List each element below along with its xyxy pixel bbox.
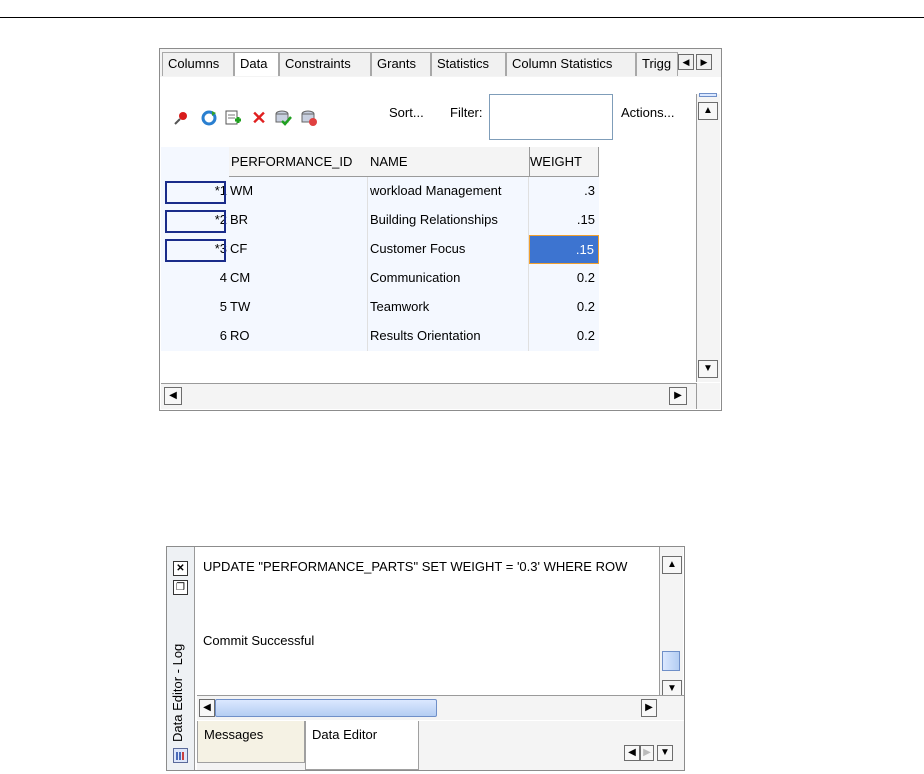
tab-messages[interactable]: Messages — [197, 721, 305, 763]
table-row[interactable]: *1 WM workload Management .3 — [161, 177, 599, 206]
tab-data-editor[interactable]: Data Editor — [305, 721, 419, 770]
refresh-icon[interactable] — [200, 109, 218, 127]
cell-performance-id[interactable]: CF — [229, 235, 368, 264]
scroll-right-icon[interactable]: ▶ — [669, 387, 687, 405]
bottom-tab-bar: Messages Data Editor ◀ ▶ ▼ — [197, 721, 684, 770]
cell-weight-selected[interactable]: .15 — [529, 235, 599, 264]
log-line-update: UPDATE "PERFORMANCE_PARTS" SET WEIGHT = … — [203, 559, 628, 574]
table-editor-panel: Columns Data Constraints Grants Statisti… — [159, 48, 722, 411]
scroll-down-icon[interactable]: ▼ — [698, 360, 718, 378]
table-row[interactable]: 6 RO Results Orientation 0.2 — [161, 322, 599, 351]
scroll-left-icon[interactable]: ◀ — [164, 387, 182, 405]
filter-input[interactable] — [489, 94, 613, 140]
cell-weight[interactable]: .15 — [529, 206, 599, 235]
cell-name[interactable]: workload Management — [368, 177, 529, 206]
commit-icon[interactable] — [274, 109, 292, 127]
table-row[interactable]: 5 TW Teamwork 0.2 — [161, 293, 599, 322]
tab-data[interactable]: Data — [234, 52, 279, 76]
log-vertical-scrollbar[interactable]: ▲ ▼ — [659, 547, 683, 698]
cell-name[interactable]: Communication — [368, 264, 529, 293]
row-change-marker — [165, 181, 226, 204]
scroll-thumb[interactable] — [699, 93, 717, 97]
cell-name[interactable]: Customer Focus — [368, 235, 529, 264]
log-window-icon[interactable] — [173, 748, 188, 763]
scroll-thumb[interactable] — [215, 699, 437, 717]
pin-icon[interactable] — [172, 109, 190, 127]
tab-constraints[interactable]: Constraints — [279, 52, 371, 76]
scroll-up-icon[interactable]: ▲ — [662, 556, 682, 574]
table-row[interactable]: *3 CF Customer Focus .15 — [161, 235, 599, 264]
tab-scroll-right-icon[interactable]: ▶ — [696, 54, 712, 70]
log-title: Data Editor - Log — [170, 643, 185, 742]
row-number[interactable]: 5 — [161, 293, 229, 322]
data-editor-log-panel: ✕ ❐ Data Editor - Log UPDATE "PERFORMANC… — [166, 546, 685, 771]
grid-horizontal-scrollbar[interactable]: ◀ ▶ — [161, 383, 696, 409]
tab-triggers[interactable]: Trigg — [636, 52, 678, 76]
scroll-corner — [696, 383, 720, 409]
data-grid: PERFORMANCE_ID NAME WEIGHT *1 WM workloa… — [161, 147, 695, 383]
top-rule — [0, 17, 924, 18]
filter-label: Filter: — [450, 105, 483, 120]
log-horizontal-scrollbar[interactable]: ◀ ▶ — [197, 695, 684, 720]
tab-scroll-left-icon[interactable]: ◀ — [624, 745, 640, 761]
scroll-right-icon[interactable]: ▶ — [641, 699, 657, 717]
scroll-thumb[interactable] — [662, 651, 680, 671]
scroll-left-icon[interactable]: ◀ — [199, 699, 215, 717]
tab-bar: Columns Data Constraints Grants Statisti… — [160, 49, 721, 77]
tab-statistics[interactable]: Statistics — [431, 52, 506, 76]
delete-row-icon[interactable]: ✕ — [250, 109, 268, 127]
log-messages-area[interactable]: UPDATE "PERFORMANCE_PARTS" SET WEIGHT = … — [197, 547, 659, 695]
row-change-marker — [165, 210, 226, 233]
tab-scroll-left-icon[interactable]: ◀ — [678, 54, 694, 70]
rollback-icon[interactable] — [300, 109, 318, 127]
tab-columns[interactable]: Columns — [162, 52, 234, 76]
cell-performance-id[interactable]: CM — [229, 264, 368, 293]
cell-name[interactable]: Building Relationships — [368, 206, 529, 235]
cell-weight[interactable]: 0.2 — [529, 293, 599, 322]
table-row[interactable]: 4 CM Communication 0.2 — [161, 264, 599, 293]
cell-performance-id[interactable]: BR — [229, 206, 368, 235]
column-header-weight[interactable]: WEIGHT — [529, 147, 599, 177]
table-row[interactable]: *2 BR Building Relationships .15 — [161, 206, 599, 235]
row-number[interactable]: 6 — [161, 322, 229, 351]
tab-list-dropdown-icon[interactable]: ▼ — [657, 745, 673, 761]
cell-weight[interactable]: 0.2 — [529, 322, 599, 351]
cell-weight[interactable]: .3 — [529, 177, 599, 206]
insert-row-icon[interactable] — [224, 109, 242, 127]
row-number[interactable]: 4 — [161, 264, 229, 293]
sort-button[interactable]: Sort... — [389, 105, 424, 120]
tab-scroll-right-icon[interactable]: ▶ — [640, 745, 654, 761]
cell-name[interactable]: Results Orientation — [368, 322, 529, 351]
log-sidebar: ✕ ❐ Data Editor - Log — [167, 547, 195, 770]
row-change-marker — [165, 239, 226, 262]
tab-column-statistics[interactable]: Column Statistics — [506, 52, 636, 76]
actions-button[interactable]: Actions... — [621, 105, 674, 120]
column-header-performance-id[interactable]: PERFORMANCE_ID — [229, 147, 368, 177]
cell-performance-id[interactable]: TW — [229, 293, 368, 322]
log-line-commit: Commit Successful — [203, 633, 315, 648]
column-header-name[interactable]: NAME — [368, 147, 529, 177]
cell-performance-id[interactable]: WM — [229, 177, 368, 206]
grid-vertical-scrollbar[interactable]: ▲ ▼ — [696, 93, 720, 382]
cell-performance-id[interactable]: RO — [229, 322, 368, 351]
cell-name[interactable]: Teamwork — [368, 293, 529, 322]
row-header-corner — [161, 147, 229, 177]
cell-weight[interactable]: 0.2 — [529, 264, 599, 293]
tab-grants[interactable]: Grants — [371, 52, 431, 76]
scroll-up-icon[interactable]: ▲ — [698, 102, 718, 120]
